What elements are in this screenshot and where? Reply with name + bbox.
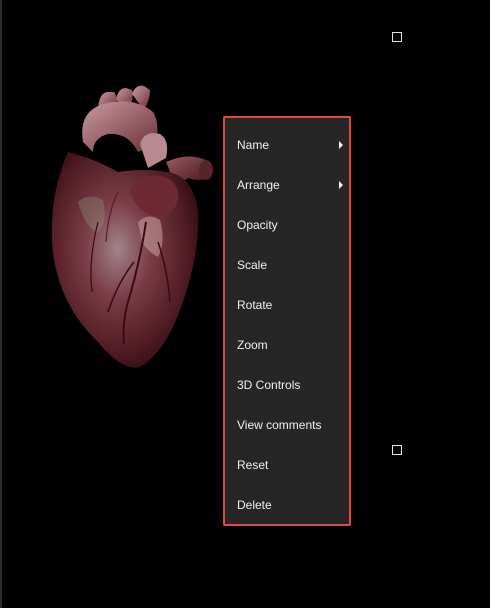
submenu-arrow-icon bbox=[339, 181, 343, 189]
menu-item-delete[interactable]: Delete bbox=[225, 485, 349, 525]
menu-item-rotate[interactable]: Rotate bbox=[225, 285, 349, 325]
context-menu: Name Arrange Opacity Scale Rotate Zoom 3… bbox=[223, 116, 351, 526]
menu-item-arrange[interactable]: Arrange bbox=[225, 165, 349, 205]
selection-handle-top[interactable] bbox=[392, 32, 402, 42]
menu-item-label: Name bbox=[237, 138, 270, 152]
menu-item-view-comments[interactable]: View comments bbox=[225, 405, 349, 445]
heart-3d-model[interactable] bbox=[48, 82, 218, 377]
menu-item-name[interactable]: Name bbox=[225, 125, 349, 165]
menu-item-label: 3D Controls bbox=[237, 378, 301, 392]
menu-item-zoom[interactable]: Zoom bbox=[225, 325, 349, 365]
submenu-arrow-icon bbox=[339, 141, 343, 149]
menu-item-label: Zoom bbox=[237, 338, 268, 352]
menu-item-label: Opacity bbox=[237, 218, 278, 232]
menu-item-label: View comments bbox=[237, 418, 322, 432]
menu-item-label: Arrange bbox=[237, 178, 280, 192]
viewer-canvas[interactable]: Name Arrange Opacity Scale Rotate Zoom 3… bbox=[0, 0, 490, 608]
menu-item-scale[interactable]: Scale bbox=[225, 245, 349, 285]
menu-item-label: Delete bbox=[237, 498, 272, 512]
menu-item-label: Rotate bbox=[237, 298, 273, 312]
selection-handle-bottom[interactable] bbox=[392, 445, 402, 455]
menu-item-reset[interactable]: Reset bbox=[225, 445, 349, 485]
menu-item-label: Reset bbox=[237, 458, 269, 472]
canvas-border bbox=[0, 0, 2, 608]
menu-item-label: Scale bbox=[237, 258, 268, 272]
menu-item-3d-controls[interactable]: 3D Controls bbox=[225, 365, 349, 405]
menu-item-opacity[interactable]: Opacity bbox=[225, 205, 349, 245]
